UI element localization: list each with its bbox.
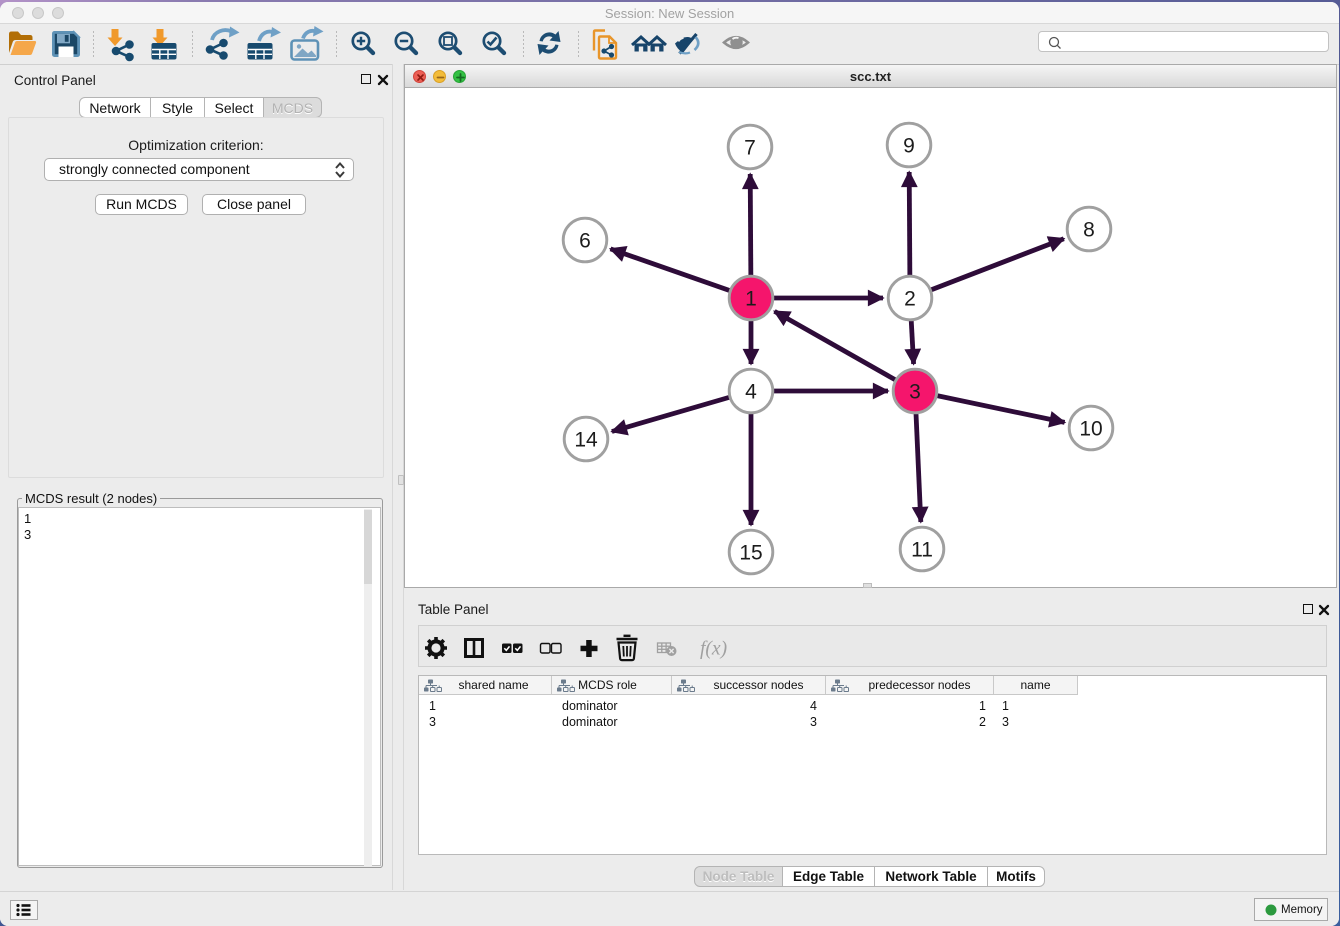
svg-text:7: 7 [744,137,756,160]
svg-text:1: 1 [745,288,757,311]
svg-text:10: 10 [1079,418,1102,441]
svg-text:8: 8 [1083,219,1095,242]
svg-text:14: 14 [574,429,598,452]
svg-text:3: 3 [909,381,921,404]
svg-text:11: 11 [911,539,933,562]
svg-text:9: 9 [903,135,915,158]
svg-text:f(x): f(x) [700,639,727,660]
svg-text:2: 2 [904,288,916,311]
svg-text:6: 6 [579,230,591,253]
svg-text:15: 15 [739,542,762,565]
svg-text:4: 4 [745,381,757,404]
